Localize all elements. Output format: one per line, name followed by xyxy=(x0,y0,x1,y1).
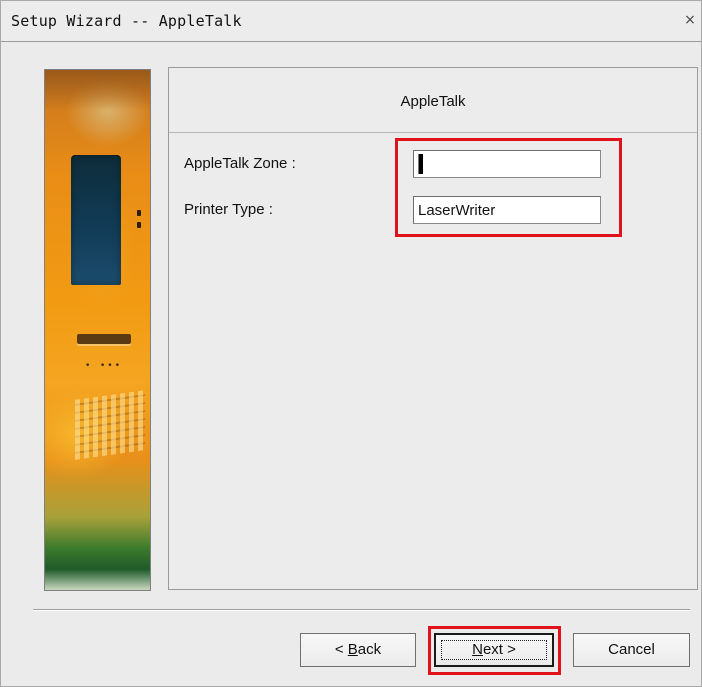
settings-panel: AppleTalk xyxy=(168,67,698,590)
back-button-accel: B xyxy=(347,641,358,658)
panel-header: AppleTalk xyxy=(169,68,697,133)
next-button[interactable]: Next > xyxy=(434,633,554,667)
printer-type-label: Printer Type : xyxy=(184,201,273,218)
printer-type-input[interactable] xyxy=(413,196,601,224)
footer-separator xyxy=(33,609,690,611)
appletalk-zone-label: AppleTalk Zone : xyxy=(184,155,296,172)
wizard-side-image: • ••• xyxy=(44,69,151,591)
focus-rectangle xyxy=(441,640,547,660)
appletalk-zone-input[interactable] xyxy=(413,150,601,178)
window-title: Setup Wizard -- AppleTalk xyxy=(11,12,242,30)
close-icon[interactable]: × xyxy=(683,13,697,27)
drive-slot-graphic xyxy=(77,334,131,344)
panel-title: AppleTalk xyxy=(400,93,466,110)
keyboard-graphic xyxy=(75,390,145,460)
back-button[interactable]: < Back xyxy=(300,633,416,667)
back-button-prefix: < xyxy=(334,641,348,658)
text-cursor xyxy=(418,154,423,174)
back-button-rest: ack xyxy=(357,641,382,658)
cancel-button[interactable]: Cancel xyxy=(573,633,690,667)
computer-screen-graphic xyxy=(71,155,121,285)
title-bar: Setup Wizard -- AppleTalk × xyxy=(1,1,701,42)
